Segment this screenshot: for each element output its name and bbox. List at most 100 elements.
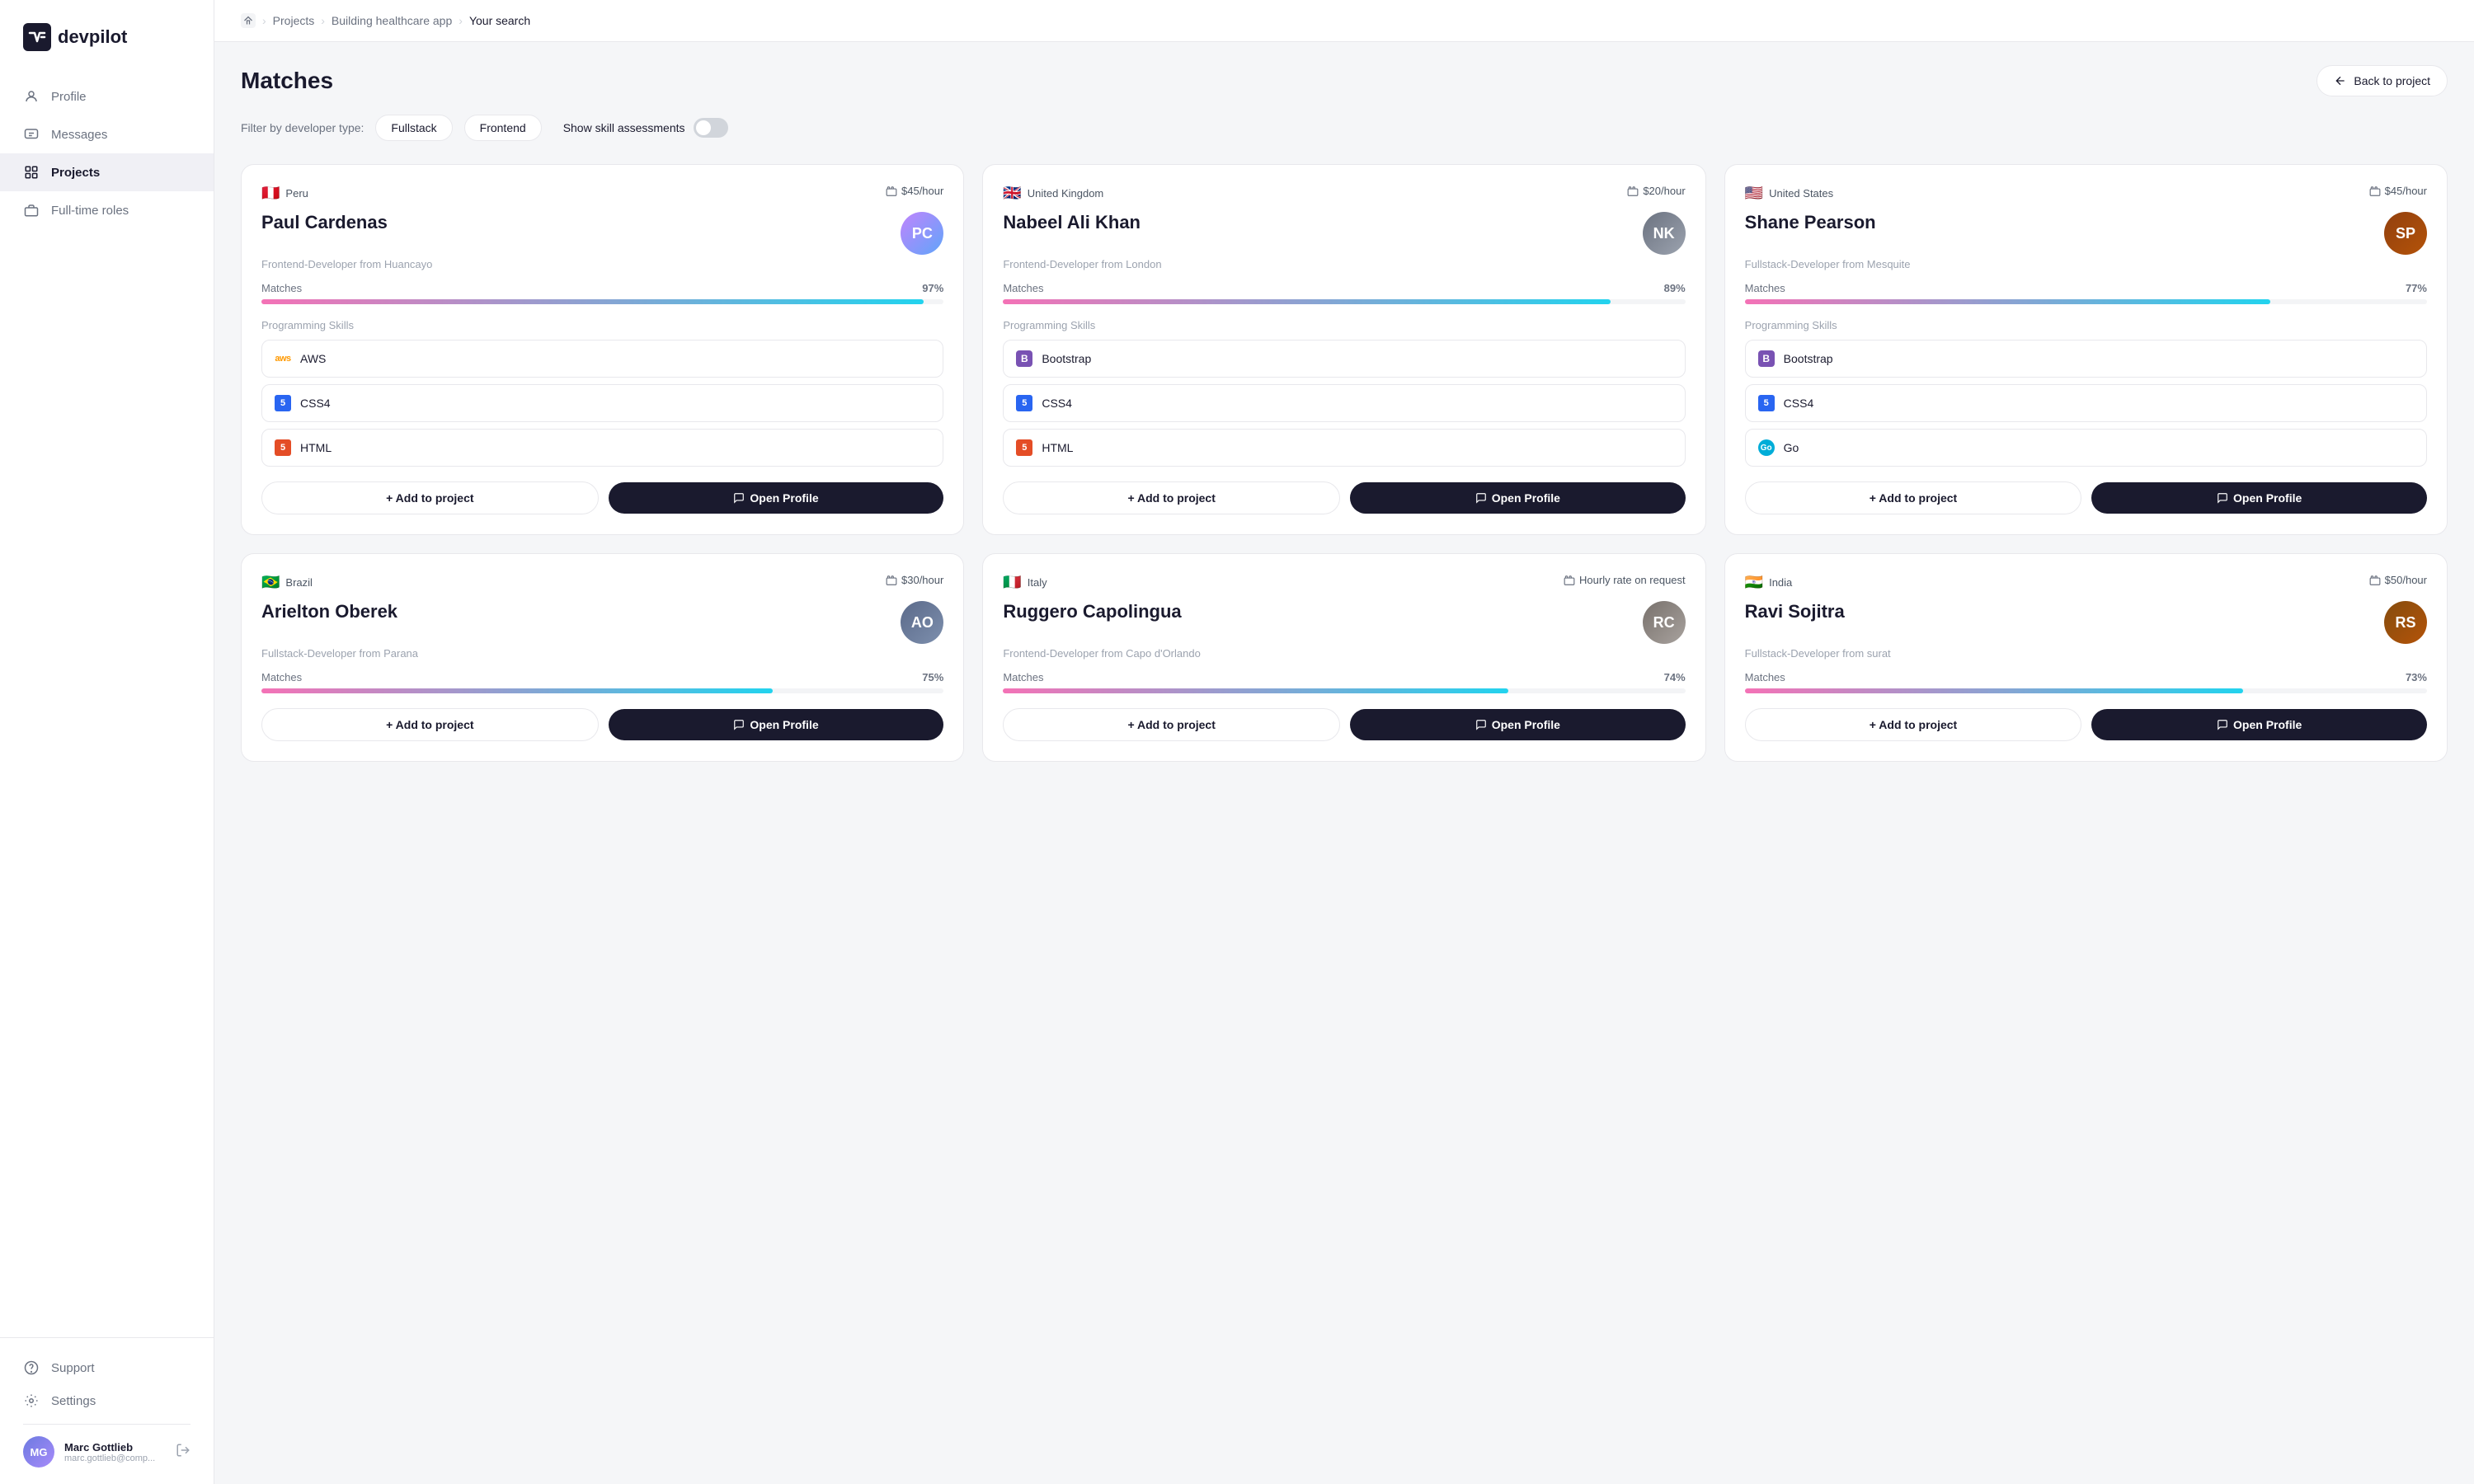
sidebar-settings[interactable]: Settings	[23, 1384, 190, 1417]
dev-role: Frontend-Developer from Huancayo	[261, 258, 943, 270]
css-icon: 5	[274, 394, 292, 412]
card-actions: + Add to project Open Profile	[1003, 708, 1685, 741]
card-location: 🇺🇸 United States	[1745, 185, 1833, 202]
toggle-section: Show skill assessments	[563, 118, 728, 138]
filter-chip-fullstack[interactable]: Fullstack	[375, 115, 452, 141]
progress-bar	[1003, 688, 1685, 693]
skills-section: Programming Skills aws AWS 5 CSS4 5 HTML	[261, 319, 943, 467]
dev-name: Ruggero Capolingua	[1003, 601, 1181, 622]
dev-avatar: RC	[1643, 601, 1686, 644]
add-to-project-button[interactable]: + Add to project	[1745, 708, 2082, 741]
cards-grid: 🇵🇪 Peru $45/hour Paul Cardenas PC	[241, 164, 2448, 762]
content-area: Matches Back to project Filter by develo…	[214, 42, 2474, 785]
progress-bar	[261, 688, 943, 693]
sidebar-item-profile[interactable]: Profile	[0, 77, 214, 115]
card-location: 🇬🇧 United Kingdom	[1003, 185, 1103, 202]
developer-card-3: 🇺🇸 United States $45/hour Shane Pearson …	[1724, 164, 2448, 535]
user-section: MG Marc Gottlieb marc.gottlieb@comp...	[23, 1424, 190, 1471]
card-rate: $45/hour	[2369, 185, 2427, 197]
open-profile-button[interactable]: Open Profile	[1350, 482, 1686, 514]
skill-item: 5 HTML	[1003, 429, 1685, 467]
page-header: Matches Back to project	[241, 65, 2448, 96]
main-content: › Projects › Building healthcare app › Y…	[214, 0, 2474, 1484]
user-email: marc.gottlieb@comp...	[64, 1453, 166, 1463]
briefcase-icon	[23, 202, 40, 218]
skill-item: 5 CSS4	[1003, 384, 1685, 422]
sidebar-support[interactable]: Support	[23, 1351, 190, 1384]
progress-bar	[1745, 299, 2427, 304]
dev-avatar: NK	[1643, 212, 1686, 255]
developer-card-6: 🇮🇳 India $50/hour Ravi Sojitra RS	[1724, 553, 2448, 762]
message-icon	[23, 126, 40, 143]
card-actions: + Add to project Open Profile	[261, 708, 943, 741]
home-icon[interactable]	[241, 13, 256, 28]
html-icon: 5	[274, 439, 292, 457]
skill-item: B Bootstrap	[1003, 340, 1685, 378]
dev-name: Arielton Oberek	[261, 601, 397, 622]
top-bar: › Projects › Building healthcare app › Y…	[214, 0, 2474, 42]
card-actions: + Add to project Open Profile	[1745, 708, 2427, 741]
card-location: 🇧🇷 Brazil	[261, 574, 313, 591]
sidebar-nav: Profile Messages Projects	[0, 71, 214, 1337]
open-profile-button[interactable]: Open Profile	[2091, 482, 2427, 514]
dev-name: Ravi Sojitra	[1745, 601, 1845, 622]
dev-role: Fullstack-Developer from Mesquite	[1745, 258, 2427, 270]
add-to-project-button[interactable]: + Add to project	[261, 708, 599, 741]
progress-bar	[261, 299, 943, 304]
sidebar: devpilot Profile Messages	[0, 0, 214, 1484]
card-location: 🇮🇳 India	[1745, 574, 1793, 591]
css-icon: 5	[1015, 394, 1033, 412]
card-rate: $20/hour	[1627, 185, 1685, 197]
sidebar-bottom: Support Settings MG Marc Gottlieb marc.g…	[0, 1337, 214, 1484]
card-rate: $45/hour	[886, 185, 943, 197]
avatar: MG	[23, 1436, 54, 1468]
skill-item: Go Go	[1745, 429, 2427, 467]
card-actions: + Add to project Open Profile	[1745, 481, 2427, 514]
sidebar-item-messages[interactable]: Messages	[0, 115, 214, 153]
card-location: 🇵🇪 Peru	[261, 185, 308, 202]
add-to-project-button[interactable]: + Add to project	[1745, 481, 2082, 514]
developer-card-2: 🇬🇧 United Kingdom $20/hour Nabeel Ali Kh…	[982, 164, 1705, 535]
skill-item: 5 HTML	[261, 429, 943, 467]
card-rate: Hourly rate on request	[1564, 574, 1686, 586]
skill-assessments-toggle[interactable]	[694, 118, 728, 138]
add-to-project-button[interactable]: + Add to project	[1003, 481, 1340, 514]
bootstrap-icon: B	[1015, 350, 1033, 368]
sidebar-item-fulltime-roles[interactable]: Full-time roles	[0, 191, 214, 229]
breadcrumb-project[interactable]: Building healthcare app	[332, 14, 452, 27]
css-icon: 5	[1757, 394, 1776, 412]
dev-avatar: AO	[901, 601, 943, 644]
grid-icon	[23, 164, 40, 181]
open-profile-button[interactable]: Open Profile	[2091, 709, 2427, 740]
filter-chip-frontend[interactable]: Frontend	[464, 115, 542, 141]
logout-icon[interactable]	[176, 1443, 190, 1462]
toggle-label: Show skill assessments	[563, 121, 685, 134]
skill-item: B Bootstrap	[1745, 340, 2427, 378]
dev-role: Fullstack-Developer from Parana	[261, 647, 943, 660]
filter-bar: Filter by developer type: Fullstack Fron…	[241, 115, 2448, 141]
sidebar-item-projects[interactable]: Projects	[0, 153, 214, 191]
skill-item: 5 CSS4	[261, 384, 943, 422]
gear-icon	[23, 1392, 40, 1409]
breadcrumb: › Projects › Building healthcare app › Y…	[241, 13, 530, 28]
add-to-project-button[interactable]: + Add to project	[261, 481, 599, 514]
skill-item: 5 CSS4	[1745, 384, 2427, 422]
open-profile-button[interactable]: Open Profile	[609, 482, 944, 514]
dev-role: Frontend-Developer from Capo d'Orlando	[1003, 647, 1685, 660]
user-name: Marc Gottlieb	[64, 1441, 166, 1453]
add-to-project-button[interactable]: + Add to project	[1003, 708, 1340, 741]
html-icon: 5	[1015, 439, 1033, 457]
progress-bar	[1745, 688, 2427, 693]
card-actions: + Add to project Open Profile	[1003, 481, 1685, 514]
developer-card-1: 🇵🇪 Peru $45/hour Paul Cardenas PC	[241, 164, 964, 535]
card-actions: + Add to project Open Profile	[261, 481, 943, 514]
developer-card-4: 🇧🇷 Brazil $30/hour Arielton Oberek AO	[241, 553, 964, 762]
dev-name: Paul Cardenas	[261, 212, 388, 233]
dev-role: Fullstack-Developer from surat	[1745, 647, 2427, 660]
open-profile-button[interactable]: Open Profile	[609, 709, 944, 740]
back-to-project-button[interactable]: Back to project	[2316, 65, 2448, 96]
breadcrumb-projects[interactable]: Projects	[273, 14, 315, 27]
card-rate: $30/hour	[886, 574, 943, 586]
open-profile-button[interactable]: Open Profile	[1350, 709, 1686, 740]
card-location: 🇮🇹 Italy	[1003, 574, 1047, 591]
